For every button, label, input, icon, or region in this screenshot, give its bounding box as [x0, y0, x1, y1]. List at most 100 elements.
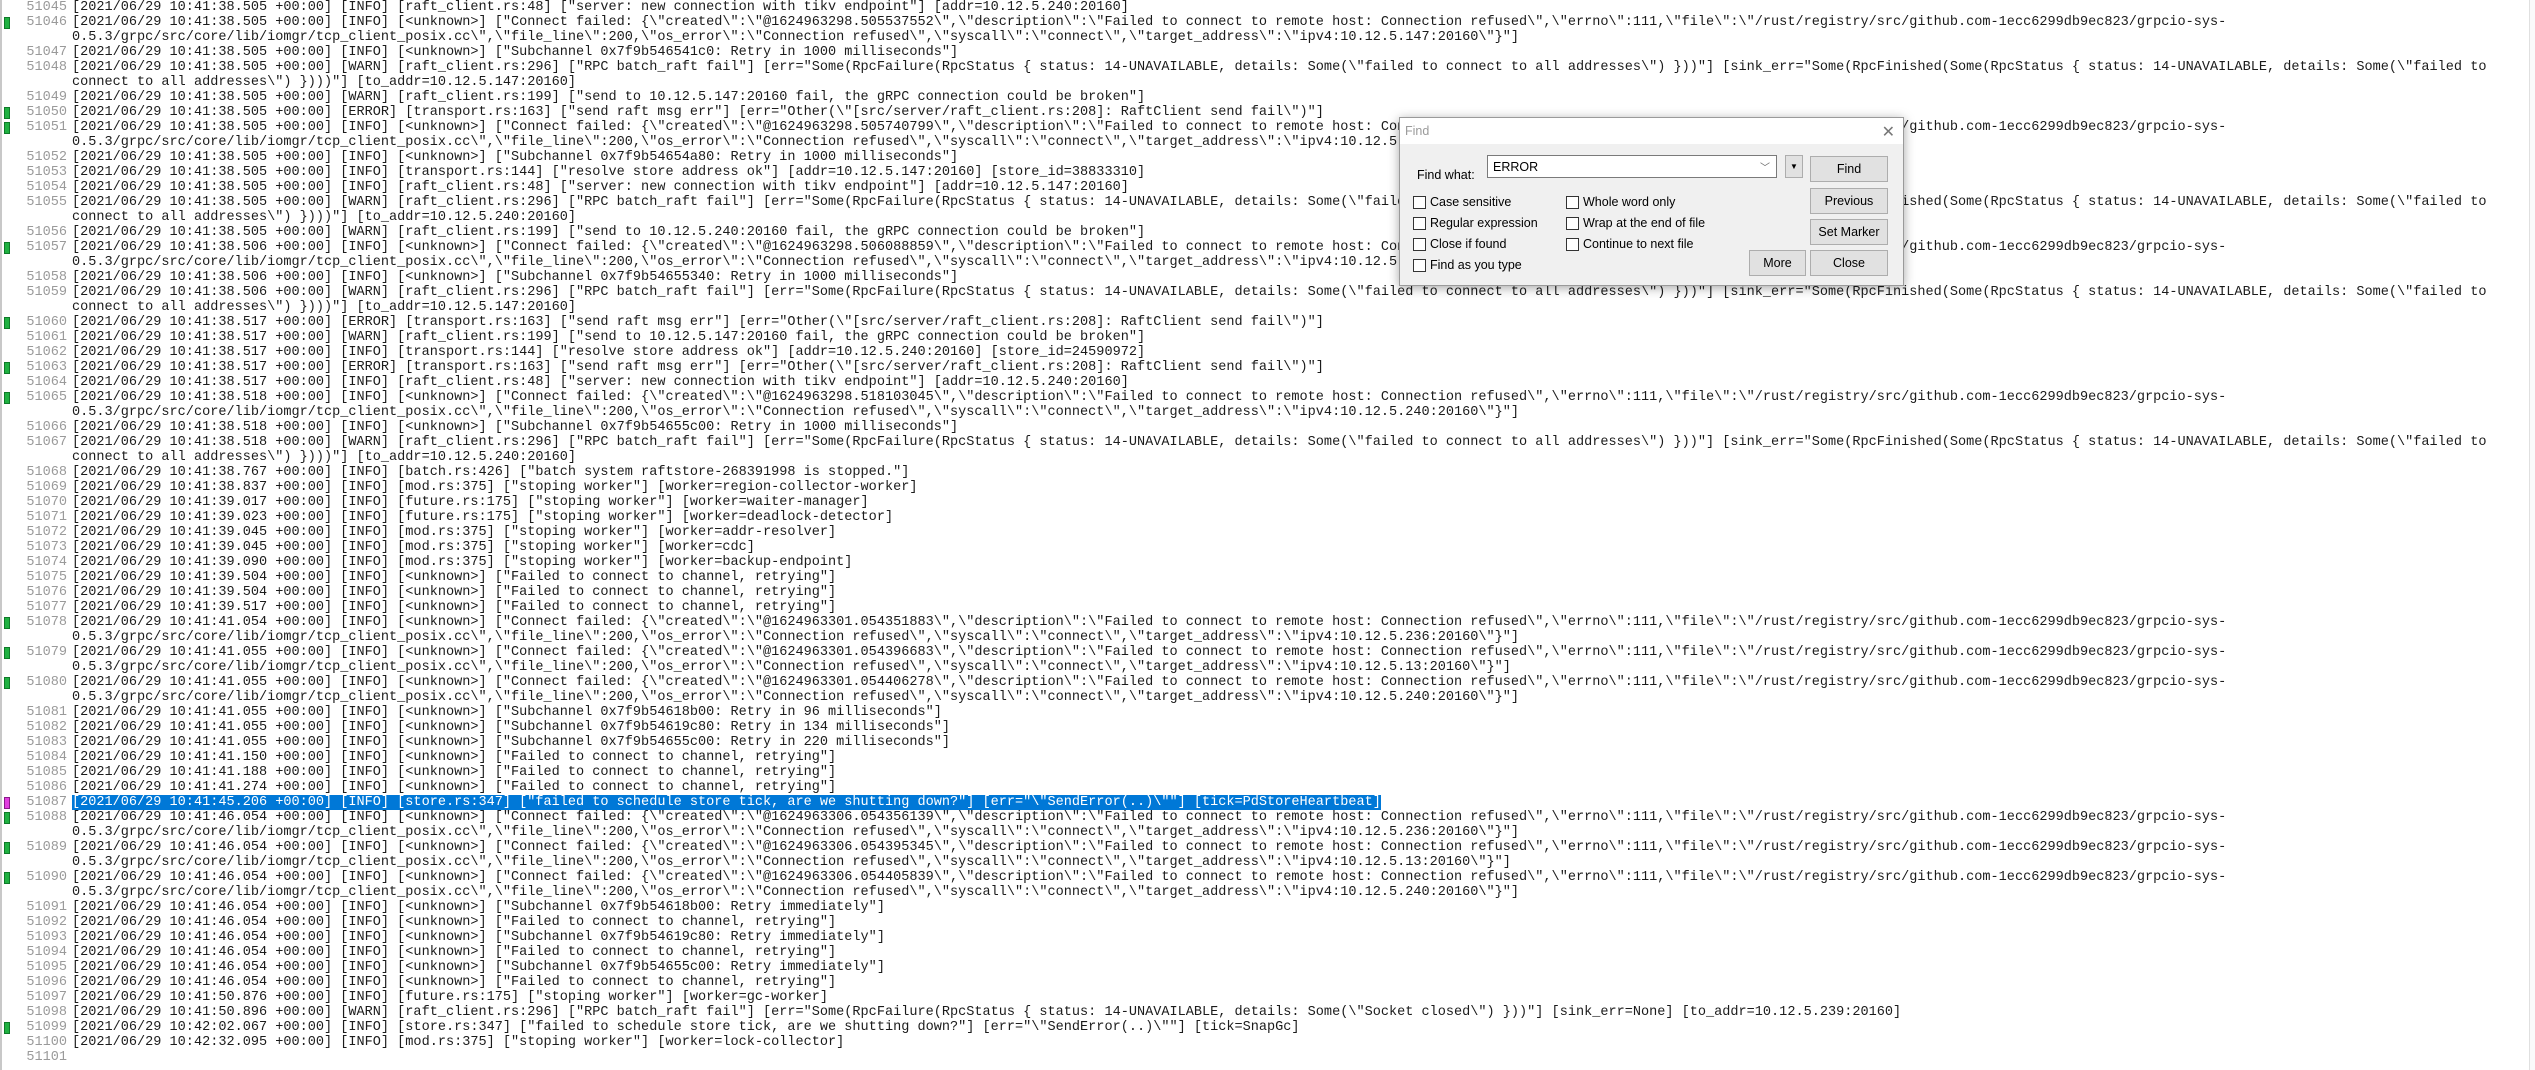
- log-line[interactable]: 51065 [2021/06/29 10:41:38.518 +00:00] [I…: [2, 390, 2535, 420]
- log-line[interactable]: 51079 [2021/06/29 10:41:41.055 +00:00] [I…: [2, 645, 2535, 675]
- vertical-scrollbar[interactable]: [2529, 0, 2535, 1070]
- log-line[interactable]: 51081 [2021/06/29 10:41:41.055 +00:00] [I…: [2, 705, 2535, 720]
- line-gutter[interactable]: 51070: [2, 495, 72, 510]
- line-gutter[interactable]: 51071: [2, 510, 72, 525]
- line-gutter[interactable]: 51053: [2, 165, 72, 180]
- bookmark-marker-icon[interactable]: [4, 647, 10, 659]
- line-gutter[interactable]: 51095: [2, 960, 72, 975]
- log-line[interactable]: 51088 [2021/06/29 10:41:46.054 +00:00] [I…: [2, 810, 2535, 840]
- line-gutter[interactable]: 51081: [2, 705, 72, 720]
- case-sensitive-checkbox[interactable]: Case sensitive: [1413, 195, 1511, 209]
- line-gutter[interactable]: 51048: [2, 60, 72, 90]
- log-line[interactable]: 51051 [2021/06/29 10:41:38.505 +00:00] [I…: [2, 120, 2535, 150]
- bookmark-marker-icon[interactable]: [4, 362, 10, 374]
- bookmark-marker-icon[interactable]: [4, 797, 10, 809]
- line-gutter[interactable]: 51052: [2, 150, 72, 165]
- line-gutter[interactable]: 51091: [2, 900, 72, 915]
- line-gutter[interactable]: 51068: [2, 465, 72, 480]
- log-line[interactable]: 51075 [2021/06/29 10:41:39.504 +00:00] [I…: [2, 570, 2535, 585]
- line-gutter[interactable]: 51089: [2, 840, 72, 870]
- log-line[interactable]: 51086 [2021/06/29 10:41:41.274 +00:00] [I…: [2, 780, 2535, 795]
- bookmark-marker-icon[interactable]: [4, 872, 10, 884]
- log-line[interactable]: 51071 [2021/06/29 10:41:39.023 +00:00] [I…: [2, 510, 2535, 525]
- line-gutter[interactable]: 51077: [2, 600, 72, 615]
- line-gutter[interactable]: 51076: [2, 585, 72, 600]
- checkbox-box[interactable]: [1566, 237, 1579, 251]
- log-line[interactable]: 51059 [2021/06/29 10:41:38.506 +00:00] [W…: [2, 285, 2535, 315]
- log-line[interactable]: 51092 [2021/06/29 10:41:46.054 +00:00] [I…: [2, 915, 2535, 930]
- log-line[interactable]: 51054 [2021/06/29 10:41:38.505 +00:00] [I…: [2, 180, 2535, 195]
- log-line[interactable]: 51100 [2021/06/29 10:42:32.095 +00:00] [I…: [2, 1035, 2535, 1050]
- line-gutter[interactable]: 51073: [2, 540, 72, 555]
- line-gutter[interactable]: 51066: [2, 420, 72, 435]
- line-gutter[interactable]: 51085: [2, 765, 72, 780]
- line-gutter[interactable]: 51045: [2, 0, 72, 15]
- log-line[interactable]: 51073 [2021/06/29 10:41:39.045 +00:00] [I…: [2, 540, 2535, 555]
- history-dropdown-button[interactable]: ▼: [1785, 155, 1803, 178]
- line-gutter[interactable]: 51059: [2, 285, 72, 315]
- line-gutter[interactable]: 51056: [2, 225, 72, 240]
- line-gutter[interactable]: 51096: [2, 975, 72, 990]
- log-line[interactable]: 51066 [2021/06/29 10:41:38.518 +00:00] [I…: [2, 420, 2535, 435]
- line-gutter[interactable]: 51069: [2, 480, 72, 495]
- close-button[interactable]: Close: [1810, 250, 1888, 276]
- line-gutter[interactable]: 51086: [2, 780, 72, 795]
- log-line[interactable]: 51068 [2021/06/29 10:41:38.767 +00:00] [I…: [2, 465, 2535, 480]
- line-gutter[interactable]: 51063: [2, 360, 72, 375]
- line-gutter[interactable]: 51088: [2, 810, 72, 840]
- line-gutter[interactable]: 51054: [2, 180, 72, 195]
- log-line[interactable]: 51096 [2021/06/29 10:41:46.054 +00:00] [I…: [2, 975, 2535, 990]
- line-gutter[interactable]: 51051: [2, 120, 72, 150]
- line-gutter[interactable]: 51067: [2, 435, 72, 465]
- find-as-you-type-checkbox[interactable]: Find as you type: [1413, 258, 1522, 272]
- regular-expression-checkbox[interactable]: Regular expression: [1413, 216, 1538, 230]
- set-marker-button[interactable]: Set Marker: [1810, 219, 1888, 245]
- find-what-combobox[interactable]: ﹀: [1487, 155, 1777, 178]
- log-line[interactable]: 51060 [2021/06/29 10:41:38.517 +00:00] [E…: [2, 315, 2535, 330]
- line-gutter[interactable]: 51078: [2, 615, 72, 645]
- line-gutter[interactable]: 51090: [2, 870, 72, 900]
- log-line[interactable]: 51063 [2021/06/29 10:41:38.517 +00:00] [E…: [2, 360, 2535, 375]
- bookmark-marker-icon[interactable]: [4, 842, 10, 854]
- line-gutter[interactable]: 51074: [2, 555, 72, 570]
- log-line[interactable]: 51080 [2021/06/29 10:41:41.055 +00:00] [I…: [2, 675, 2535, 705]
- line-gutter[interactable]: 51098: [2, 1005, 72, 1020]
- line-gutter[interactable]: 51057: [2, 240, 72, 270]
- log-line-selected[interactable]: 51087 [2021/06/29 10:41:45.206 +00:00] [I…: [2, 795, 2535, 810]
- line-gutter[interactable]: 51093: [2, 930, 72, 945]
- log-line[interactable]: 51091 [2021/06/29 10:41:46.054 +00:00] [I…: [2, 900, 2535, 915]
- line-gutter[interactable]: 51049: [2, 90, 72, 105]
- log-line[interactable]: 51047 [2021/06/29 10:41:38.505 +00:00] [I…: [2, 45, 2535, 60]
- line-gutter[interactable]: 51055: [2, 195, 72, 225]
- bookmark-marker-icon[interactable]: [4, 617, 10, 629]
- log-line[interactable]: 51082 [2021/06/29 10:41:41.055 +00:00] [I…: [2, 720, 2535, 735]
- log-line[interactable]: 51061 [2021/06/29 10:41:38.517 +00:00] [W…: [2, 330, 2535, 345]
- log-line[interactable]: 51050 [2021/06/29 10:41:38.505 +00:00] [E…: [2, 105, 2535, 120]
- bookmark-marker-icon[interactable]: [4, 122, 10, 134]
- line-gutter[interactable]: 51050: [2, 105, 72, 120]
- line-gutter[interactable]: 51047: [2, 45, 72, 60]
- line-gutter[interactable]: 51046: [2, 15, 72, 45]
- log-line[interactable]: 51076 [2021/06/29 10:41:39.504 +00:00] [I…: [2, 585, 2535, 600]
- close-if-found-checkbox[interactable]: Close if found: [1413, 237, 1506, 251]
- line-gutter[interactable]: 51060: [2, 315, 72, 330]
- log-line[interactable]: 51052 [2021/06/29 10:41:38.505 +00:00] [I…: [2, 150, 2535, 165]
- checkbox-box[interactable]: [1566, 216, 1579, 230]
- find-button[interactable]: Find: [1810, 156, 1888, 182]
- log-line[interactable]: 51099 [2021/06/29 10:42:02.067 +00:00] [I…: [2, 1020, 2535, 1035]
- log-line[interactable]: 51094 [2021/06/29 10:41:46.054 +00:00] [I…: [2, 945, 2535, 960]
- bookmark-marker-icon[interactable]: [4, 107, 10, 119]
- find-dialog-titlebar[interactable]: Find ✕: [1400, 118, 1903, 144]
- log-line[interactable]: 51093 [2021/06/29 10:41:46.054 +00:00] [I…: [2, 930, 2535, 945]
- line-gutter[interactable]: 51084: [2, 750, 72, 765]
- line-gutter[interactable]: 51092: [2, 915, 72, 930]
- close-icon[interactable]: ✕: [1882, 122, 1895, 142]
- log-line[interactable]: 51095 [2021/06/29 10:41:46.054 +00:00] [I…: [2, 960, 2535, 975]
- find-what-input[interactable]: [1491, 159, 1745, 175]
- whole-word-only-checkbox[interactable]: Whole word only: [1566, 195, 1675, 209]
- wrap-at-end-checkbox[interactable]: Wrap at the end of file: [1566, 216, 1705, 230]
- log-line[interactable]: 51083 [2021/06/29 10:41:41.055 +00:00] [I…: [2, 735, 2535, 750]
- line-gutter[interactable]: 51062: [2, 345, 72, 360]
- log-line[interactable]: 51064 [2021/06/29 10:41:38.517 +00:00] [I…: [2, 375, 2535, 390]
- bookmark-marker-icon[interactable]: [4, 392, 10, 404]
